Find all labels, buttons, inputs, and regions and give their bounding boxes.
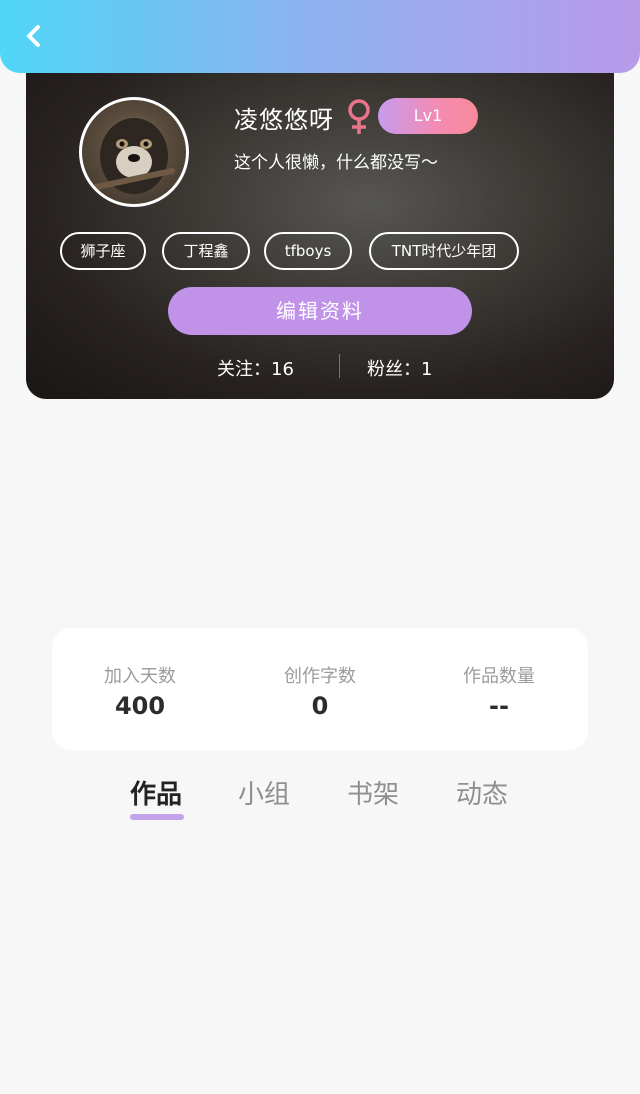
stat-label: 创作字数 [284, 666, 356, 687]
bio-text: 这个人很懒，什么都没写～ [234, 153, 438, 173]
tab-works[interactable]: 作品 [130, 774, 182, 811]
tab-groups[interactable]: 小组 [238, 774, 290, 811]
stat-value: 400 [114, 692, 166, 720]
profile-card: 凌悠悠呀 Lv1 这个人很懒，什么都没写～ 狮子座 丁程鑫 tfboys TNT… [26, 60, 614, 399]
stat-value: 0 [311, 692, 329, 720]
tab-activity[interactable]: 动态 [456, 774, 508, 811]
stat-word-count: 创作字数 0 [250, 662, 390, 720]
stat-value: -- [489, 692, 509, 720]
follow-stats: 关注：16 粉丝：1 [26, 352, 614, 382]
stat-label: 加入天数 [104, 666, 176, 687]
stats-card: 加入天数 400 创作字数 0 作品数量 -- [52, 628, 588, 750]
tag-item[interactable]: tfboys [264, 232, 352, 270]
fans-count[interactable]: 粉丝：1 [367, 355, 432, 381]
avatar[interactable] [79, 97, 189, 207]
stat-join-days: 加入天数 400 [70, 662, 210, 720]
female-icon [346, 98, 372, 136]
back-button[interactable] [18, 18, 50, 54]
edit-profile-button[interactable]: 编辑资料 [168, 287, 472, 335]
stat-label: 作品数量 [463, 666, 535, 687]
chevron-left-icon [27, 25, 40, 47]
tag-item[interactable]: 狮子座 [60, 232, 146, 270]
tag-item[interactable]: TNT时代少年团 [369, 232, 519, 270]
divider [339, 354, 340, 378]
tab-bar: 作品 小组 书架 动态 [0, 768, 640, 828]
username: 凌悠悠呀 [234, 106, 334, 134]
following-count[interactable]: 关注：16 [217, 355, 294, 381]
tag-item[interactable]: 丁程鑫 [162, 232, 250, 270]
active-tab-indicator [130, 814, 184, 820]
avatar-image [92, 118, 176, 194]
top-bar [0, 0, 640, 73]
tab-bookshelf[interactable]: 书架 [347, 774, 399, 811]
stat-works-count: 作品数量 -- [429, 662, 569, 720]
level-badge: Lv1 [378, 98, 478, 134]
